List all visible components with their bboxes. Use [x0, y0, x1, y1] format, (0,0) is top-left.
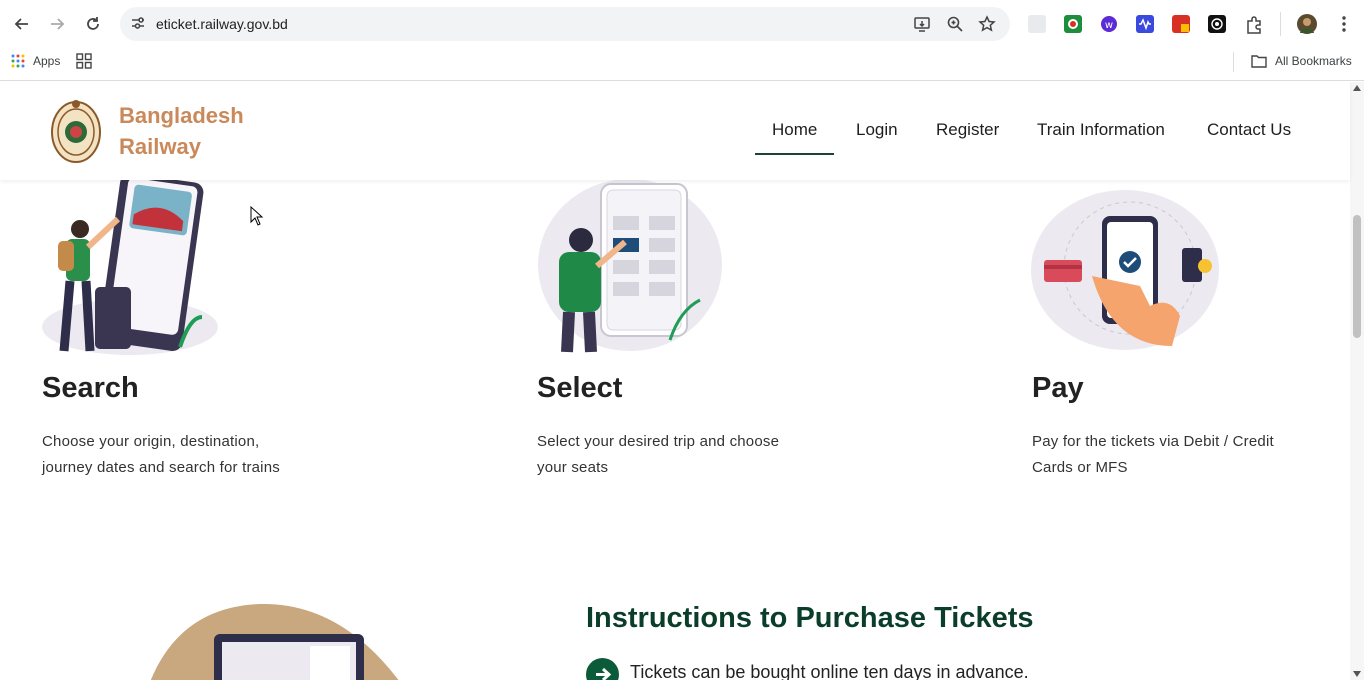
extension-waveform-icon[interactable] [1136, 15, 1154, 33]
bookmarks-bar: Apps All Bookmarks [0, 48, 1364, 81]
extension-camera-icon[interactable] [1208, 15, 1226, 33]
extension-record-icon[interactable] [1064, 15, 1082, 33]
extensions-puzzle-icon[interactable] [1244, 15, 1262, 34]
bookmark-apps-label: Apps [33, 54, 61, 68]
toolbar-divider [1280, 12, 1281, 36]
step-pay-title: Pay [1032, 372, 1084, 404]
nav-active-indicator [755, 153, 834, 155]
nav-contact-us[interactable]: Contact Us [1207, 120, 1291, 140]
instructions-illustration [150, 603, 399, 680]
page-scrollbar[interactable] [1350, 82, 1364, 680]
folder-icon [1251, 55, 1267, 68]
step-pay-desc: Pay for the tickets via Debit / Credit C… [1032, 433, 1274, 476]
select-illustration [538, 180, 722, 353]
bookmarks-divider [1233, 52, 1234, 72]
instruction-item-1: Tickets can be bought online ten days in… [630, 662, 1029, 680]
brand-name[interactable]: Bangladesh Railway [119, 100, 244, 162]
extension-w-icon[interactable]: w [1100, 15, 1118, 33]
step-search-desc: Choose your origin, destination, journey… [42, 433, 280, 476]
nav-train-information[interactable]: Train Information [1037, 120, 1165, 140]
tab-groups-icon [76, 53, 92, 69]
scroll-thumb[interactable] [1353, 215, 1361, 338]
instructions-title: Instructions to Purchase Tickets [586, 602, 1034, 634]
site-settings-icon[interactable] [130, 15, 146, 36]
step-select-desc: Select your desired trip and choose your… [537, 433, 780, 476]
brand-line-2: Railway [119, 134, 201, 159]
zoom-icon[interactable] [946, 15, 964, 38]
svg-text:w: w [1105, 20, 1113, 31]
bookmark-tab-groups[interactable] [76, 53, 92, 69]
scroll-down-arrow-icon[interactable] [1353, 671, 1361, 677]
bookmark-star-icon[interactable] [978, 15, 996, 38]
url-text: eticket.railway.gov.bd [156, 16, 288, 32]
forward-arrow-icon [51, 18, 65, 30]
nav-login[interactable]: Login [856, 120, 898, 140]
forward-button[interactable] [43, 10, 71, 38]
browser-menu-icon[interactable] [1336, 14, 1352, 39]
brand-line-1: Bangladesh [119, 103, 244, 128]
extension-puzzle-grey-icon[interactable] [1028, 15, 1046, 33]
bookmark-apps[interactable]: Apps [11, 54, 60, 68]
scroll-up-arrow-icon[interactable] [1353, 85, 1361, 91]
step-select-title: Select [537, 372, 623, 404]
railway-logo[interactable] [50, 98, 102, 169]
arrow-circle-icon [586, 658, 619, 680]
reload-button[interactable] [79, 10, 107, 38]
search-illustration [42, 177, 218, 355]
all-bookmarks-label: All Bookmarks [1275, 54, 1352, 68]
profile-avatar[interactable] [1297, 14, 1317, 34]
step-search-title: Search [42, 372, 139, 404]
reload-icon [87, 17, 99, 30]
nav-home[interactable]: Home [772, 120, 817, 140]
address-bar[interactable]: eticket.railway.gov.bd [120, 7, 1010, 41]
page-viewport: Bangladesh Railway Home Login Register T… [0, 82, 1364, 680]
back-button[interactable] [8, 10, 36, 38]
install-app-icon[interactable] [913, 15, 931, 38]
site-header: Bangladesh Railway Home Login Register T… [0, 82, 1350, 180]
nav-register[interactable]: Register [936, 120, 999, 140]
back-arrow-icon [14, 18, 28, 30]
pay-illustration [1031, 190, 1219, 350]
all-bookmarks-folder[interactable]: All Bookmarks [1251, 54, 1352, 68]
apps-grid-icon [11, 54, 25, 68]
extension-alert-icon[interactable] [1172, 15, 1190, 33]
mouse-cursor-icon [250, 206, 264, 226]
browser-toolbar: eticket.railway.gov.bd w [0, 0, 1364, 48]
